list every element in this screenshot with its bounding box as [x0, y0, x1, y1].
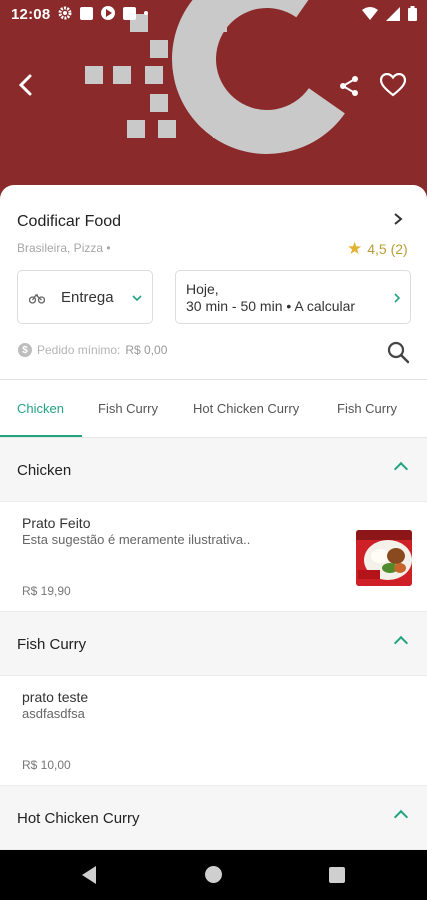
store-rating[interactable]: ★ 4,5 (2): [347, 239, 408, 259]
schedule-time: 30 min - 50 min • A calcular: [186, 298, 356, 314]
min-order-label: Pedido mínimo:: [37, 343, 121, 357]
search-icon: [387, 341, 410, 364]
rating-value: 4,5 (2): [367, 241, 408, 257]
tab-hot-chicken-curry[interactable]: Hot Chicken Curry: [193, 401, 299, 416]
nav-home-icon[interactable]: [205, 866, 222, 883]
tab-chicken[interactable]: Chicken: [17, 401, 64, 416]
store-info-card: Codificar Food Brasileira, Pizza • ★ 4,5…: [0, 185, 427, 380]
favorite-button[interactable]: [373, 65, 413, 105]
active-tab-indicator: [0, 435, 82, 437]
status-bar: 12:08: [0, 0, 427, 30]
delivery-time-select[interactable]: Hoje, 30 min - 50 min • A calcular: [175, 270, 411, 324]
item-description: asdfasdfsa: [22, 706, 85, 721]
section-title: Chicken: [17, 462, 72, 479]
back-arrow-icon: [18, 74, 32, 96]
bike-icon: [29, 294, 45, 304]
more-notifications-icon: [144, 11, 148, 15]
section-header-fish-curry[interactable]: Fish Curry: [0, 612, 427, 676]
section-title: Fish Curry: [17, 636, 87, 653]
chevron-up-icon: [393, 635, 409, 651]
gear-icon: [58, 6, 72, 20]
schedule-day: Hoje,: [186, 281, 219, 297]
chevron-right-icon: [394, 213, 403, 225]
coin-icon: $: [18, 343, 32, 357]
store-details-chevron[interactable]: [393, 209, 403, 232]
item-description: Esta sugestão é meramente ilustrativa..: [22, 532, 251, 547]
category-tabs: Chicken Fish Curry Hot Chicken Curry Fis…: [0, 380, 427, 438]
tab-fish-curry-2[interactable]: Fish Curry: [337, 401, 397, 416]
menu-item[interactable]: Prato Feito Esta sugestão é meramente il…: [0, 502, 427, 612]
item-price: R$ 19,90: [22, 584, 71, 598]
wifi-icon: [362, 6, 378, 20]
app-notification-icon: [80, 6, 93, 20]
chevron-up-icon: [393, 809, 409, 825]
min-order-value: R$ 0,00: [125, 343, 168, 357]
minimum-order: $ Pedido mínimo: R$ 0,00: [18, 343, 167, 357]
item-photo: [356, 530, 412, 586]
share-icon: [340, 76, 358, 96]
share-button[interactable]: [329, 66, 369, 106]
chevron-down-icon: [132, 295, 142, 302]
section-header-hot-chicken-curry[interactable]: Hot Chicken Curry: [0, 786, 427, 850]
section-title: Hot Chicken Curry: [17, 810, 140, 827]
image-icon: [123, 6, 136, 20]
delivery-mode-select[interactable]: Entrega: [17, 270, 153, 324]
play-icon: [101, 6, 115, 20]
system-navigation-bar: [0, 850, 427, 900]
store-categories: Brasileira, Pizza •: [17, 241, 111, 255]
star-icon: ★: [347, 239, 363, 258]
battery-icon: [408, 6, 417, 21]
system-icons: [362, 6, 417, 21]
back-button[interactable]: [5, 65, 45, 105]
delivery-mode-label: Entrega: [61, 289, 114, 306]
section-header-chicken[interactable]: Chicken: [0, 438, 427, 502]
chevron-right-icon: [394, 293, 401, 303]
notification-icons: [58, 6, 148, 20]
heart-icon: [380, 73, 406, 97]
item-name: Prato Feito: [22, 515, 91, 531]
signal-icon: [386, 6, 400, 21]
chevron-up-icon: [393, 461, 409, 477]
status-time: 12:08: [11, 6, 51, 23]
item-price: R$ 10,00: [22, 758, 71, 772]
tab-fish-curry[interactable]: Fish Curry: [98, 401, 158, 416]
menu-item[interactable]: prato teste asdfasdfsa R$ 10,00: [0, 676, 427, 786]
nav-back-icon[interactable]: [82, 866, 96, 884]
store-name[interactable]: Codificar Food: [17, 213, 121, 231]
search-button[interactable]: [381, 335, 415, 369]
item-name: prato teste: [22, 689, 89, 705]
nav-recents-icon[interactable]: [329, 867, 345, 883]
